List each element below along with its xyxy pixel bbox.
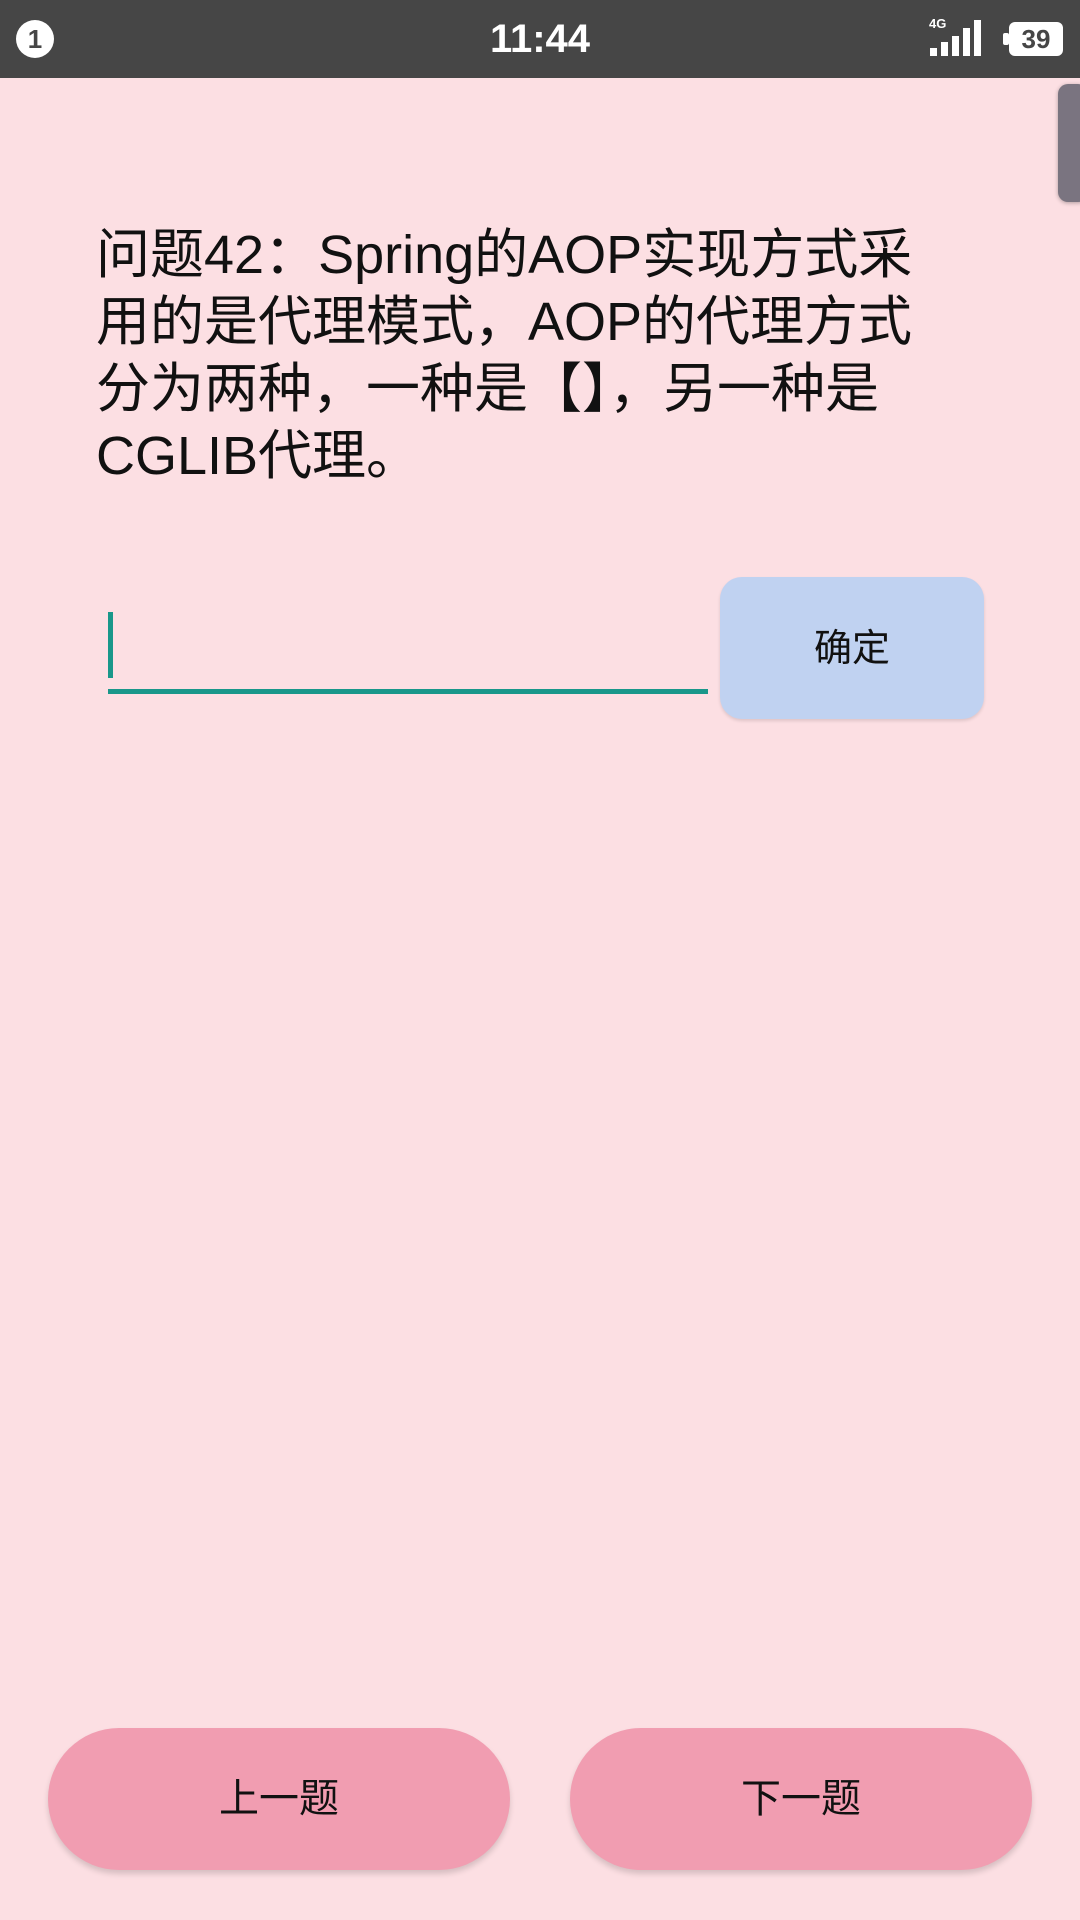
status-bar: 1 11:44 4G 39 [0, 0, 1080, 78]
question-text: 问题42：Spring的AOP实现方式采用的是代理模式，AOP的代理方式分为两种… [96, 225, 913, 486]
floating-side-handle[interactable] [1058, 84, 1080, 202]
previous-question-button[interactable]: 上一题 [48, 1728, 510, 1870]
status-time: 11:44 [489, 17, 591, 61]
signal-icon [930, 20, 981, 56]
confirm-button[interactable]: 确定 [720, 577, 984, 719]
next-question-button[interactable]: 下一题 [570, 1728, 1032, 1870]
answer-input[interactable] [108, 598, 708, 694]
battery-level: 39 [1021, 24, 1051, 54]
text-cursor [108, 612, 113, 678]
